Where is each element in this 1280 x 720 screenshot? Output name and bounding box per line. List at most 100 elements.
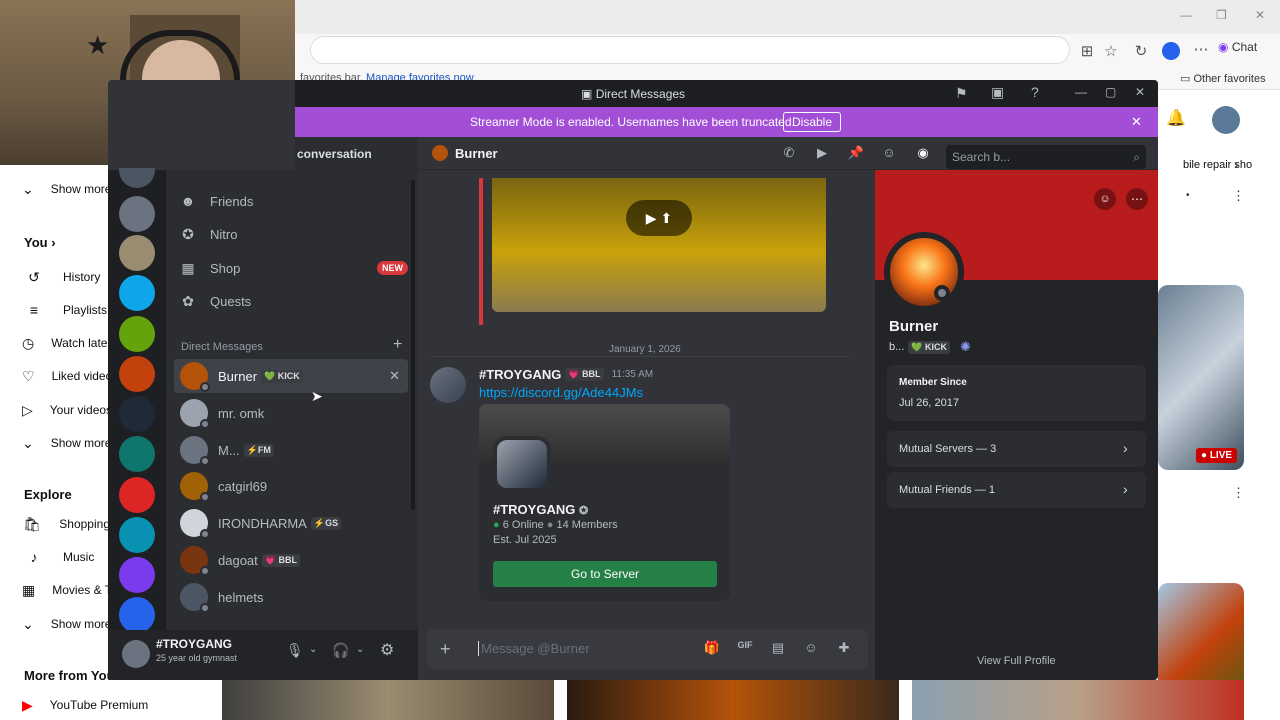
- inbox-flag-icon[interactable]: ⚑: [955, 85, 968, 102]
- dm-item-m[interactable]: M... ⚡FM: [174, 433, 408, 467]
- chevron-down-icon[interactable]: ⌄: [309, 644, 317, 655]
- settings-gear-icon[interactable]: ⚙: [380, 640, 394, 660]
- server-icon[interactable]: [119, 275, 155, 311]
- search-input[interactable]: Search b... ⌕: [946, 145, 1146, 169]
- video-call-icon[interactable]: ▶: [812, 145, 832, 161]
- screen-share-icon[interactable]: ▣: [991, 84, 1004, 101]
- yt-shopping[interactable]: 🛍 Shopping: [0, 510, 110, 538]
- yt-thumbnail-truck[interactable]: [222, 680, 554, 720]
- copilot-chat-button[interactable]: ◉ Chat: [1218, 40, 1257, 54]
- embed-accent-bar: [479, 178, 483, 325]
- user-profile-icon[interactable]: ◉: [913, 145, 933, 161]
- profile-avatar-icon[interactable]: [1162, 42, 1180, 60]
- dm-item-irondharma[interactable]: IRONDHARMA ⚡GS: [174, 506, 408, 540]
- yt-show-more-2[interactable]: ⌄ Show more: [0, 429, 111, 457]
- view-full-profile-link[interactable]: View Full Profile: [977, 655, 1056, 667]
- gif-icon[interactable]: GIF: [735, 640, 755, 650]
- go-to-server-button[interactable]: Go to Server: [493, 561, 717, 587]
- help-icon[interactable]: ?: [1031, 84, 1039, 100]
- nav-quests[interactable]: ✿ Quests: [178, 286, 408, 316]
- more-vert-icon[interactable]: ⋮: [1232, 485, 1245, 501]
- yt-thumbnail-rain[interactable]: [1158, 285, 1244, 470]
- server-icon[interactable]: [119, 356, 155, 392]
- nav-friends[interactable]: ☻ Friends: [178, 186, 408, 216]
- chevron-right-icon[interactable]: ›: [1234, 156, 1239, 172]
- yt-watch-later[interactable]: ◷ Watch later: [0, 329, 111, 357]
- minimize-icon[interactable]: —: [1180, 8, 1192, 22]
- address-bar[interactable]: [310, 36, 1070, 64]
- nav-shop[interactable]: ▦ Shop NEW: [178, 253, 408, 283]
- server-icon[interactable]: [119, 235, 155, 271]
- add-friend-icon[interactable]: ☺: [879, 145, 899, 160]
- invite-link[interactable]: https://discord.gg/Ade44JMs: [479, 385, 643, 400]
- yt-show-more-1[interactable]: ⌄ Show more: [0, 175, 111, 203]
- microphone-icon[interactable]: 🎙: [286, 642, 304, 659]
- sticker-icon[interactable]: ▤: [768, 640, 788, 656]
- more-options-icon[interactable]: ⋯: [1126, 188, 1148, 210]
- server-icon[interactable]: [119, 436, 155, 472]
- chevron-down-icon[interactable]: ⌄: [356, 644, 364, 655]
- dm-item-helmets[interactable]: helmets: [174, 580, 408, 614]
- message-author[interactable]: #TROYGANG: [479, 367, 561, 382]
- server-icon[interactable]: [119, 316, 155, 352]
- dm-scrollbar[interactable]: [411, 180, 415, 510]
- mutual-friends-row[interactable]: Mutual Friends — 1 ›: [887, 472, 1146, 508]
- other-favorites[interactable]: ▭ Other favorites: [1180, 72, 1266, 85]
- yt-account-avatar[interactable]: [1212, 106, 1240, 134]
- notifications-bell-icon[interactable]: 🔔: [1166, 108, 1188, 130]
- yt-your-videos[interactable]: ▷ Your videos: [0, 396, 112, 424]
- yt-show-more-3[interactable]: ⌄ Show more: [0, 610, 111, 638]
- server-icon[interactable]: [119, 396, 155, 432]
- extensions-icon[interactable]: ⊞: [1076, 42, 1098, 60]
- yt-chip-text[interactable]: bile repair sho: [1183, 159, 1252, 171]
- server-icon[interactable]: [119, 597, 155, 633]
- dm-item-mr-omk[interactable]: mr. omk: [174, 396, 408, 430]
- profile-avatar[interactable]: [884, 232, 964, 312]
- close-dm-icon[interactable]: ✕: [389, 368, 400, 384]
- favorite-star-icon[interactable]: ☆: [1100, 42, 1122, 60]
- disable-button[interactable]: Disable: [783, 112, 842, 132]
- apps-icon[interactable]: ✚: [834, 640, 854, 656]
- yt-movies[interactable]: ▦ Movies & TV: [0, 576, 120, 604]
- voice-call-icon[interactable]: ✆: [779, 145, 799, 161]
- yt-premium[interactable]: ▶ YouTube Premium: [0, 691, 148, 719]
- find-conversation[interactable]: conversation: [295, 137, 418, 170]
- yt-liked-videos[interactable]: ♡ Liked videos: [0, 362, 118, 390]
- server-icon[interactable]: [119, 477, 155, 513]
- create-dm-icon[interactable]: +: [393, 336, 402, 354]
- server-icon[interactable]: [119, 196, 155, 232]
- user-avatar[interactable]: [122, 640, 150, 668]
- headphones-icon[interactable]: 🎧: [332, 642, 349, 659]
- video-embed[interactable]: ▶ ⬆: [492, 178, 826, 312]
- yt-playlists[interactable]: ≡ Playlists: [0, 296, 110, 324]
- discord-close-icon[interactable]: ✕: [1135, 85, 1145, 99]
- add-attachment-icon[interactable]: +: [440, 639, 451, 660]
- discord-maximize-icon[interactable]: ▢: [1105, 85, 1116, 99]
- yt-thumbnail-quad[interactable]: [912, 680, 1244, 720]
- message-author-avatar[interactable]: [430, 367, 466, 403]
- yt-thumbnail-mask[interactable]: [567, 680, 899, 720]
- close-window-icon[interactable]: ✕: [1255, 8, 1265, 22]
- gift-icon[interactable]: 🎁: [702, 640, 722, 656]
- mutual-servers-row[interactable]: Mutual Servers — 3 ›: [887, 431, 1146, 467]
- dm-item-catgirl69[interactable]: catgirl69: [174, 469, 408, 503]
- discord-minimize-icon[interactable]: —: [1075, 85, 1087, 99]
- yt-history[interactable]: ↺ History: [0, 263, 110, 291]
- more-menu-icon[interactable]: ⋯: [1190, 40, 1212, 58]
- nav-nitro[interactable]: ✪ Nitro: [178, 219, 408, 249]
- emoji-icon[interactable]: ☺: [801, 640, 821, 655]
- maximize-icon[interactable]: ❐: [1216, 8, 1227, 22]
- yt-music[interactable]: ♪ Music: [0, 543, 110, 571]
- server-icon[interactable]: [119, 557, 155, 593]
- add-friend-icon[interactable]: ☺: [1094, 188, 1116, 210]
- server-icon[interactable]: [119, 517, 155, 553]
- more-vert-icon[interactable]: ⋮: [1232, 188, 1245, 204]
- yt-you-heading[interactable]: You ›: [24, 235, 56, 250]
- play-video-icon[interactable]: ▶ ⬆: [626, 200, 692, 236]
- message-input[interactable]: Message @Burner: [478, 641, 658, 656]
- pin-icon[interactable]: 📌: [846, 145, 866, 161]
- history-icon[interactable]: ↻: [1130, 42, 1152, 60]
- close-banner-icon[interactable]: ✕: [1131, 114, 1142, 130]
- dm-item-dagoat[interactable]: dagoat 💗 BBL: [174, 543, 408, 577]
- dm-item-burner[interactable]: Burner 💚 KICK ✕: [174, 359, 408, 393]
